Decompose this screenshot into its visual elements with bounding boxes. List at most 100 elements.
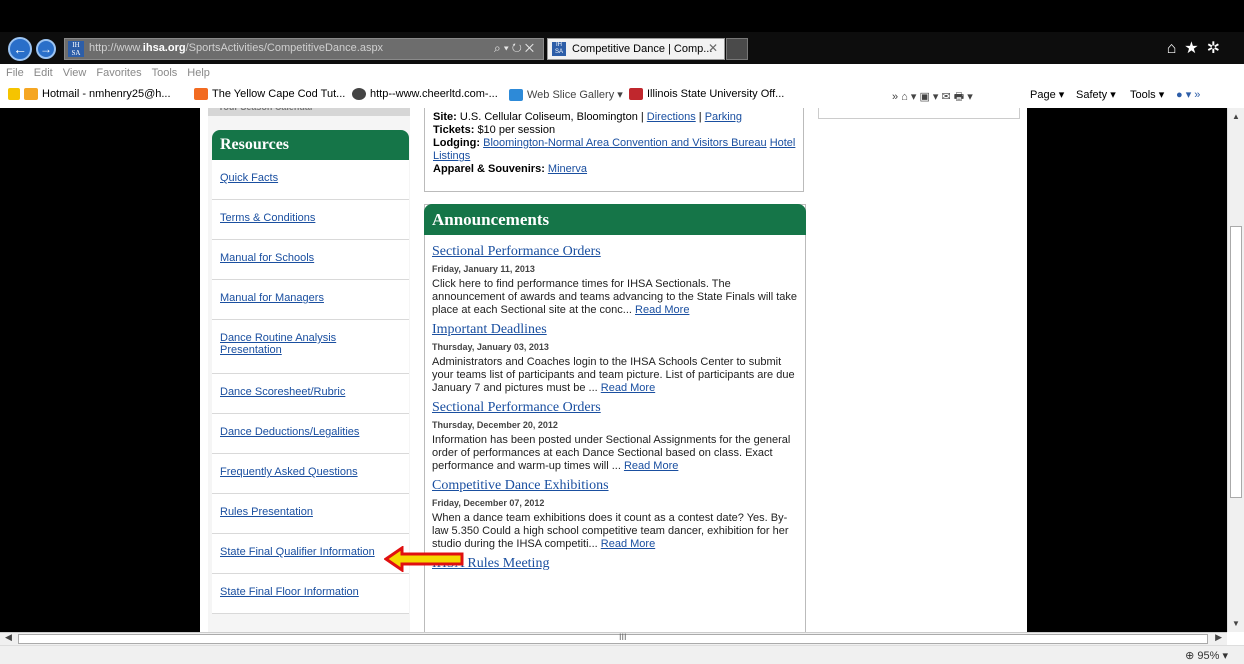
announcement-item: IHSA Rules Meeting xyxy=(432,555,800,573)
scroll-up-icon[interactable]: ▲ xyxy=(1232,112,1240,121)
minerva-link[interactable]: Minerva xyxy=(548,163,587,175)
resource-item: Manual for Schools xyxy=(212,240,409,280)
main-column: Site: U.S. Cellular Coliseum, Bloomingto… xyxy=(422,108,806,632)
menu-bar: File Edit View Favorites Tools Help xyxy=(0,64,1244,82)
resources-header: Resources xyxy=(212,130,409,160)
address-bar[interactable]: IH SA http://www.ihsa.org/SportsActiviti… xyxy=(64,38,544,60)
directions-link[interactable]: Directions xyxy=(647,111,696,123)
tickets-text: $10 per session xyxy=(477,124,556,136)
page-viewport: Your Season Calendar Resources Quick Fac… xyxy=(0,108,1227,632)
lodging-bureau-link[interactable]: Bloomington-Normal Area Convention and V… xyxy=(483,137,767,149)
horizontal-scroll-thumb[interactable]: III xyxy=(18,632,1208,644)
announcement-date: Thursday, January 03, 2013 xyxy=(432,342,549,352)
read-more-link[interactable]: Read More xyxy=(624,460,678,472)
address-controls[interactable]: ⌕▾↻✕ xyxy=(494,41,537,56)
resource-item: Terms & Conditions xyxy=(212,200,409,240)
announcement-item: Competitive Dance Exhibitions Friday, De… xyxy=(432,477,800,551)
resource-item: Frequently Asked Questions xyxy=(212,454,409,494)
scroll-left-icon[interactable]: ◀ xyxy=(5,632,12,643)
left-column: Your Season Calendar Resources Quick Fac… xyxy=(208,108,410,632)
announcement-title-link[interactable]: Sectional Performance Orders xyxy=(432,243,800,261)
help-icon[interactable]: ● ▾ » xyxy=(1176,88,1200,101)
announcement-body: Administrators and Coaches login to the … xyxy=(432,356,795,394)
zoom-icon: ⊕ xyxy=(1185,650,1195,662)
announcement-body: When a dance team exhibitions does it co… xyxy=(432,512,789,550)
tab-favicon-icon: IH SA xyxy=(552,42,566,56)
highlight-arrow-icon xyxy=(384,546,464,572)
favorite-hotmail[interactable]: Hotmail - nmhenry25@h... xyxy=(24,88,171,101)
resource-item: Dance Scoresheet/Rubric xyxy=(212,374,409,414)
scroll-down-icon[interactable]: ▼ xyxy=(1232,619,1240,628)
site-text: U.S. Cellular Coliseum, Bloomington | xyxy=(459,111,647,123)
horizontal-scrollbar[interactable]: ◀ III ▶ xyxy=(0,632,1227,645)
resource-item: State Final Floor Information xyxy=(212,574,409,614)
menu-favorites[interactable]: Favorites xyxy=(96,64,141,82)
resource-link-rules-presentation[interactable]: Rules Presentation xyxy=(220,506,313,518)
zoom-level[interactable]: ⊕ 95% ▾ xyxy=(1185,649,1228,662)
favorite-cheerltd[interactable]: http--www.cheerltd.com-... xyxy=(352,88,498,101)
season-calendar-header[interactable]: Your Season Calendar xyxy=(208,108,410,116)
resource-link-floor-info[interactable]: State Final Floor Information xyxy=(220,586,359,598)
favorite-yellow-cape-cod[interactable]: The Yellow Cape Cod Tut... xyxy=(194,88,345,101)
resource-link-terms[interactable]: Terms & Conditions xyxy=(220,212,315,224)
read-more-link[interactable]: Read More xyxy=(635,304,689,316)
favorite-illinois-state[interactable]: Illinois State University Off... xyxy=(629,88,784,101)
menu-tools[interactable]: Tools xyxy=(152,64,178,82)
announcements-header: Announcements xyxy=(424,204,806,235)
announcement-title-link[interactable]: Sectional Performance Orders xyxy=(432,399,800,417)
resource-item: Quick Facts xyxy=(212,160,409,200)
address-url[interactable]: http://www.ihsa.org/SportsActivities/Com… xyxy=(89,42,383,54)
vertical-scrollbar[interactable]: ▲ ▼ xyxy=(1227,108,1244,632)
resource-link-deductions[interactable]: Dance Deductions/Legalities xyxy=(220,426,359,438)
forward-button[interactable]: → xyxy=(36,39,56,59)
favorites-star-add-icon[interactable] xyxy=(8,88,24,101)
resource-item: Dance Deductions/Legalities xyxy=(212,414,409,454)
site-favicon-icon: IH SA xyxy=(68,41,84,57)
announcement-title-link[interactable]: Competitive Dance Exhibitions xyxy=(432,477,800,495)
announcement-title-link[interactable]: IHSA Rules Meeting xyxy=(432,555,800,573)
resource-link-manual-schools[interactable]: Manual for Schools xyxy=(220,252,314,264)
announcements-box: Announcements Sectional Performance Orde… xyxy=(424,204,806,632)
announcement-body: Information has been posted under Sectio… xyxy=(432,434,791,472)
menu-help[interactable]: Help xyxy=(187,64,210,82)
announcement-date: Friday, January 11, 2013 xyxy=(432,264,535,274)
read-more-link[interactable]: Read More xyxy=(601,538,655,550)
resource-link-qualifier-info[interactable]: State Final Qualifier Information xyxy=(220,546,375,558)
resources-list: Quick Facts Terms & Conditions Manual fo… xyxy=(212,160,409,614)
new-tab-button[interactable] xyxy=(726,38,748,60)
resource-link-scoresheet[interactable]: Dance Scoresheet/Rubric xyxy=(220,386,345,398)
command-bar-icons[interactable]: » ⌂ ▾ ▣ ▾ ✉ 🖶 ▾ xyxy=(892,88,973,107)
command-safety[interactable]: Safety ▾ xyxy=(1076,88,1116,101)
read-more-link[interactable]: Read More xyxy=(601,382,655,394)
resource-link-manual-managers[interactable]: Manual for Managers xyxy=(220,292,324,304)
resource-link-faq[interactable]: Frequently Asked Questions xyxy=(220,466,358,478)
menu-view[interactable]: View xyxy=(63,64,87,82)
announcement-title-link[interactable]: Important Deadlines xyxy=(432,321,800,339)
status-bar: ⊕ 95% ▾ xyxy=(0,645,1244,664)
resource-link-quick-facts[interactable]: Quick Facts xyxy=(220,172,278,184)
announcement-date: Friday, December 07, 2012 xyxy=(432,498,545,508)
favorites-bar: Hotmail - nmhenry25@h... The Yellow Cape… xyxy=(0,82,1244,109)
favorite-web-slice-gallery[interactable]: Web Slice Gallery ▾ xyxy=(509,88,623,102)
menu-edit[interactable]: Edit xyxy=(34,64,53,82)
tab-competitive-dance[interactable]: IH SA Competitive Dance | Comp... ✕ xyxy=(547,38,725,60)
close-tab-icon[interactable]: ✕ xyxy=(708,41,718,55)
menu-file[interactable]: File xyxy=(6,64,24,82)
window-title-area xyxy=(0,0,1244,32)
resource-item: Manual for Managers xyxy=(212,280,409,320)
back-button[interactable]: ← xyxy=(8,37,32,61)
browser-right-icons[interactable]: ⌂★✲ xyxy=(1167,38,1228,58)
tab-title: Competitive Dance | Comp... xyxy=(572,43,713,55)
announcement-item: Important Deadlines Thursday, January 03… xyxy=(432,321,800,395)
vertical-scroll-thumb[interactable] xyxy=(1230,226,1242,498)
command-tools[interactable]: Tools ▾ xyxy=(1130,88,1164,101)
right-column-box xyxy=(818,108,1020,119)
scroll-right-icon[interactable]: ▶ xyxy=(1215,632,1222,643)
gear-icon: ✲ xyxy=(1206,40,1228,57)
command-page[interactable]: Page ▾ xyxy=(1030,88,1064,101)
announcement-body: Click here to find performance times for… xyxy=(432,278,798,316)
parking-link[interactable]: Parking xyxy=(705,111,742,123)
resource-link-routine-analysis[interactable]: Dance Routine Analysis Presentation xyxy=(220,332,336,356)
favorites-star-icon: ★ xyxy=(1184,40,1207,57)
site-label: Site: xyxy=(433,111,457,123)
